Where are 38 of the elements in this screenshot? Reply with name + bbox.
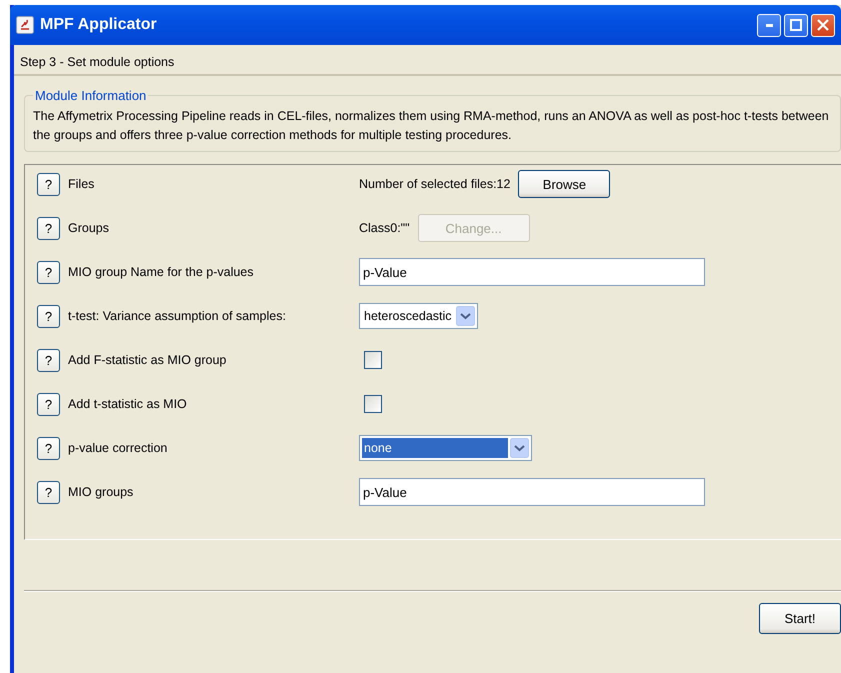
option-label: Add t-statistic as MIO: [68, 397, 187, 411]
option-label: MIO group Name for the p-values: [68, 265, 254, 279]
option-label: Add F-statistic as MIO group: [68, 353, 226, 367]
option-info: Number of selected files:12: [359, 177, 510, 191]
close-button[interactable]: [811, 14, 835, 36]
group-title: Module Information: [34, 88, 148, 103]
chevron-down-icon[interactable]: [510, 438, 529, 458]
start-button[interactable]: Start!: [759, 603, 841, 634]
help-button[interactable]: ?: [37, 172, 60, 196]
help-button[interactable]: ?: [37, 480, 60, 504]
maximize-icon: [790, 19, 802, 31]
option-label: MIO groups: [68, 485, 134, 499]
module-description: The Affymetrix Processing Pipeline reads in CEL-files, normalizes them using RMA-method, runs an ANOVA as well as post-hoc t-tests between the groups and offers three p-value correction methods for multiple testing procedures.: [33, 108, 830, 144]
checkbox[interactable]: [364, 351, 382, 369]
minimize-icon: [766, 24, 772, 26]
step-title: Step 3 - Set module options: [20, 55, 174, 69]
help-button[interactable]: ?: [37, 392, 60, 416]
help-button[interactable]: ?: [37, 436, 60, 460]
help-button[interactable]: ?: [37, 304, 60, 328]
option-label: Groups: [68, 221, 109, 235]
window-title: MPF Applicator: [40, 16, 158, 34]
text-field[interactable]: p-Value: [359, 478, 705, 506]
close-icon: [817, 19, 829, 31]
option-label: p-value correction: [68, 441, 168, 455]
option-label: Files: [68, 177, 94, 191]
maximize-button[interactable]: [784, 14, 808, 36]
chevron-down-icon[interactable]: [456, 306, 475, 326]
dropdown[interactable]: heteroscedastic: [359, 303, 478, 329]
checkbox[interactable]: [364, 395, 382, 413]
app-icon: [16, 16, 34, 34]
help-button[interactable]: ?: [37, 348, 60, 372]
minimize-button[interactable]: [757, 14, 781, 36]
option-info: Class0:"": [359, 221, 410, 235]
option-label: t-test: Variance assumption of samples:: [68, 309, 286, 323]
help-button[interactable]: ?: [37, 260, 60, 284]
option-button[interactable]: Browse: [518, 170, 610, 198]
text-field[interactable]: p-Value: [359, 258, 705, 286]
dropdown[interactable]: none: [359, 435, 532, 461]
